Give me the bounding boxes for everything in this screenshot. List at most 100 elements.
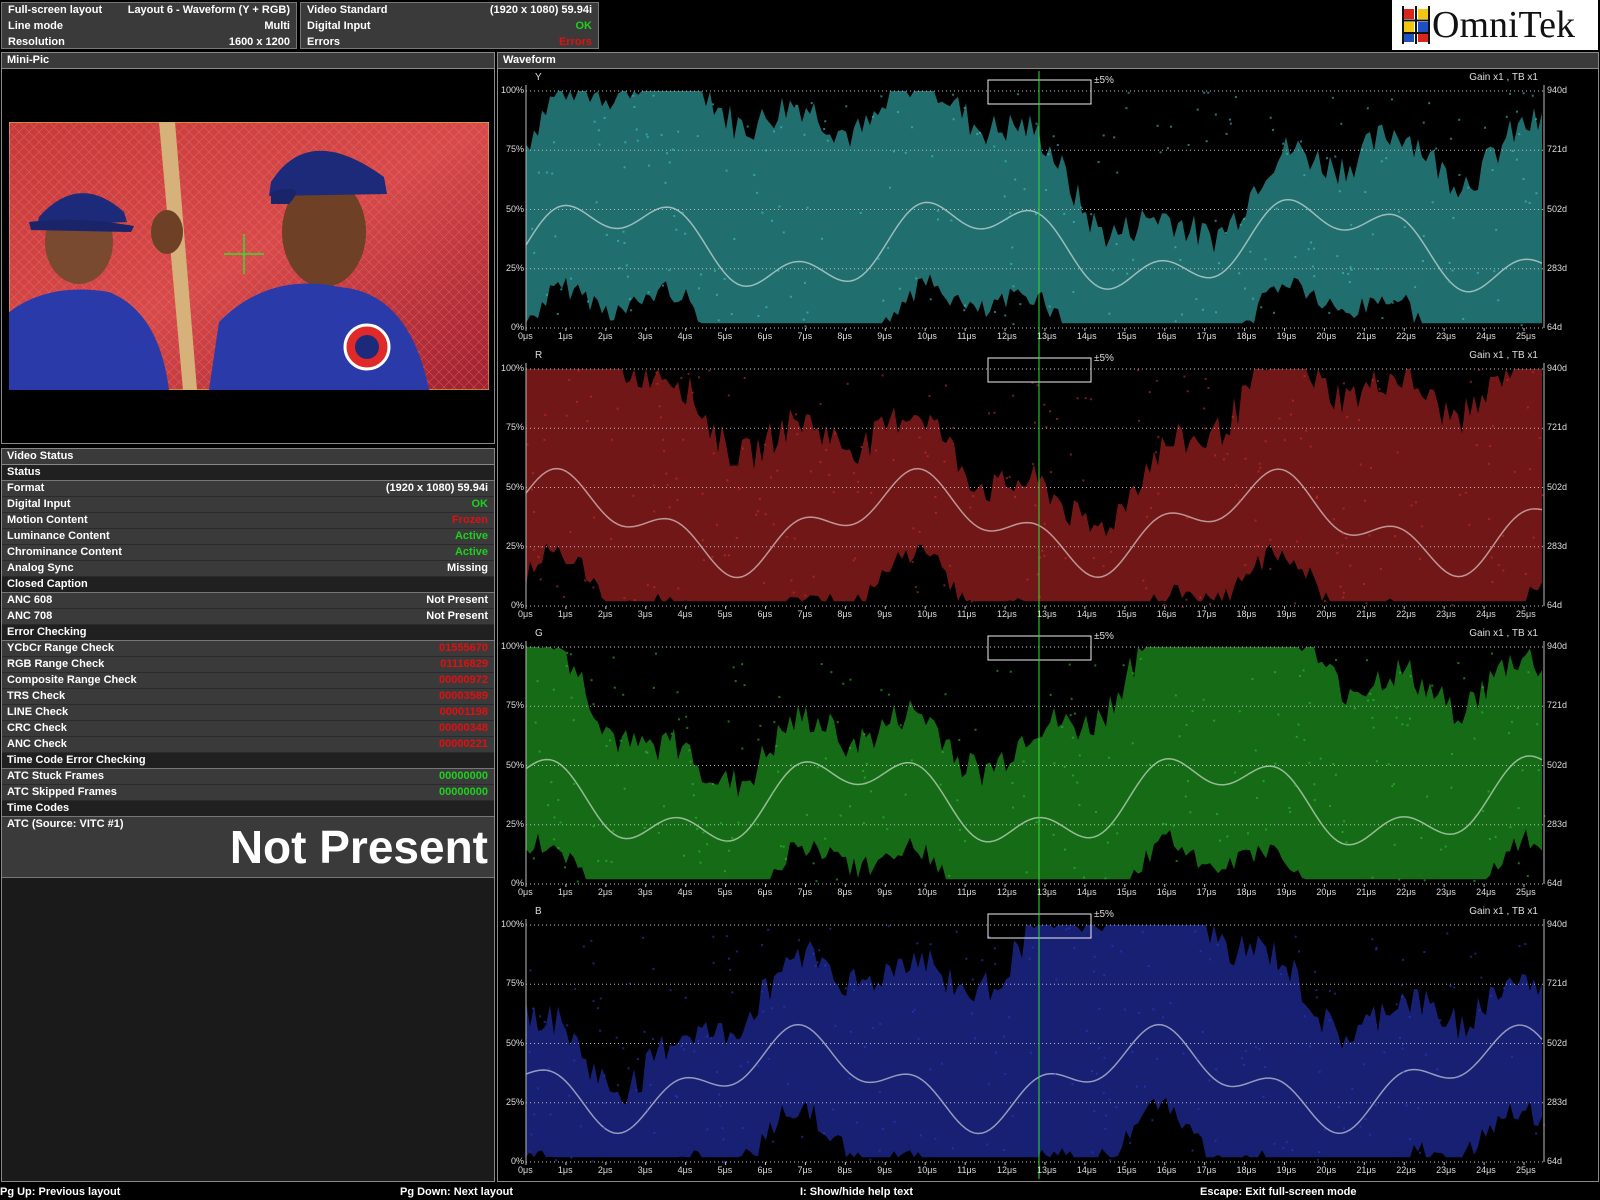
waveform-sample bbox=[795, 413, 798, 416]
status-row-value: Missing bbox=[447, 562, 488, 574]
status-row-value: 00003589 bbox=[439, 690, 488, 702]
waveform-sample bbox=[1409, 675, 1412, 678]
waveform-sample bbox=[677, 587, 680, 590]
waveform-sample bbox=[1422, 235, 1425, 238]
right-tick-label: 502d bbox=[1547, 1037, 1568, 1048]
waveform-sample bbox=[1151, 1119, 1154, 1122]
waveform-sample bbox=[680, 376, 683, 379]
waveform-sample bbox=[1082, 479, 1085, 482]
waveform-sample bbox=[682, 854, 685, 857]
waveform-sample bbox=[753, 173, 756, 176]
x-tick-label: 18μs bbox=[1236, 1165, 1257, 1175]
waveform-sample bbox=[699, 861, 702, 864]
waveform-area[interactable]: Y Gain x1 , TB x1 ±5% 100% 940d 75% 721d 50% 502… bbox=[498, 69, 1598, 1181]
waveform-sample bbox=[782, 231, 785, 234]
waveform-sample bbox=[874, 449, 877, 452]
waveform-sample bbox=[1451, 752, 1454, 755]
waveform-sample bbox=[812, 952, 815, 955]
waveform-sample bbox=[1104, 1127, 1107, 1130]
waveform-sample bbox=[1487, 462, 1490, 465]
waveform-sample bbox=[1323, 1128, 1326, 1131]
waveform-sample bbox=[1439, 1019, 1442, 1022]
waveform-sample bbox=[1328, 1019, 1331, 1022]
waveform-sample bbox=[1005, 477, 1008, 480]
waveform-sample bbox=[1035, 821, 1038, 824]
waveform-sample bbox=[1082, 876, 1085, 879]
waveform-sample bbox=[1155, 451, 1158, 454]
waveform-sample bbox=[1244, 287, 1247, 290]
waveform-sample bbox=[1348, 281, 1351, 284]
waveform-sample bbox=[632, 494, 635, 497]
waveform-sample bbox=[1491, 580, 1494, 583]
waveform-sample bbox=[860, 446, 863, 449]
waveform-sample bbox=[1482, 686, 1485, 689]
x-tick-label: 14μs bbox=[1076, 609, 1097, 619]
waveform-sample bbox=[849, 747, 852, 750]
x-tick-label: 8μs bbox=[837, 1165, 853, 1175]
waveform-sample bbox=[652, 967, 655, 970]
waveform-svg bbox=[525, 71, 1546, 1179]
waveform-sample bbox=[1090, 1070, 1093, 1073]
status-section-heading: Time Codes bbox=[2, 801, 494, 817]
status-row: ANC 708 Not Present bbox=[2, 609, 494, 625]
waveform-sample bbox=[1241, 1057, 1244, 1060]
waveform-sample bbox=[772, 523, 775, 526]
help-exit-fullscreen: Escape: Exit full-screen mode bbox=[1200, 1186, 1357, 1198]
waveform-sample bbox=[1395, 1003, 1398, 1006]
waveform-sample bbox=[1109, 550, 1112, 553]
waveform-sample bbox=[1104, 877, 1107, 880]
waveform-sample bbox=[1444, 845, 1447, 848]
waveform-sample bbox=[1339, 585, 1342, 588]
waveform-sample bbox=[1340, 122, 1343, 125]
waveform-sample bbox=[1159, 151, 1162, 154]
status-list: Status Format (1920 x 1080) 59.94i Digital … bbox=[2, 465, 494, 817]
waveform-sample bbox=[691, 783, 694, 786]
waveform-sample bbox=[739, 1065, 742, 1068]
waveform-sample bbox=[715, 293, 718, 296]
waveform-sample bbox=[1371, 716, 1374, 719]
waveform-sample bbox=[1509, 826, 1512, 829]
waveform-sample bbox=[870, 790, 873, 793]
waveform-sample bbox=[1532, 536, 1535, 539]
waveform-sample bbox=[664, 181, 667, 184]
waveform-sample bbox=[1511, 150, 1514, 153]
status-row-value: 00000000 bbox=[439, 770, 488, 782]
waveform-sample bbox=[1497, 299, 1500, 302]
waveform-sample bbox=[1258, 462, 1261, 465]
waveform-sample bbox=[1395, 706, 1398, 709]
waveform-channel-g bbox=[525, 635, 1546, 887]
waveform-sample bbox=[1026, 578, 1029, 581]
mini-pic-image[interactable] bbox=[9, 122, 489, 390]
waveform-sample bbox=[878, 1091, 881, 1094]
status-row-value: Active bbox=[454, 546, 488, 558]
waveform-sample bbox=[605, 859, 608, 862]
waveform-sample bbox=[635, 128, 638, 131]
waveform-sample bbox=[857, 480, 860, 483]
waveform-sample bbox=[686, 726, 689, 729]
waveform-sample bbox=[1385, 157, 1388, 160]
waveform-sample bbox=[592, 962, 595, 965]
waveform-sample bbox=[899, 724, 902, 727]
waveform-sample bbox=[976, 132, 979, 135]
waveform-sample bbox=[570, 1156, 573, 1159]
waveform-sample bbox=[1054, 1073, 1057, 1076]
waveform-sample bbox=[1012, 394, 1015, 397]
waveform-sample bbox=[531, 472, 534, 475]
waveform-sample bbox=[1419, 557, 1422, 560]
waveform-sample bbox=[539, 1015, 542, 1018]
waveform-sample bbox=[666, 483, 669, 486]
waveform-sample bbox=[536, 680, 539, 683]
waveform-sample bbox=[731, 836, 734, 839]
waveform-sample bbox=[575, 400, 578, 403]
waveform-sample bbox=[994, 963, 997, 966]
waveform-sample bbox=[643, 826, 646, 829]
waveform-sample bbox=[879, 1022, 882, 1025]
waveform-sample bbox=[1023, 188, 1026, 191]
right-tick-label: 283d bbox=[1547, 818, 1568, 829]
waveform-sample bbox=[1259, 466, 1262, 469]
waveform-sample bbox=[790, 579, 793, 582]
waveform-sample bbox=[1294, 935, 1297, 938]
status-row-value: 00000221 bbox=[439, 738, 488, 750]
waveform-sample bbox=[778, 696, 781, 699]
waveform-sample bbox=[1204, 377, 1207, 380]
